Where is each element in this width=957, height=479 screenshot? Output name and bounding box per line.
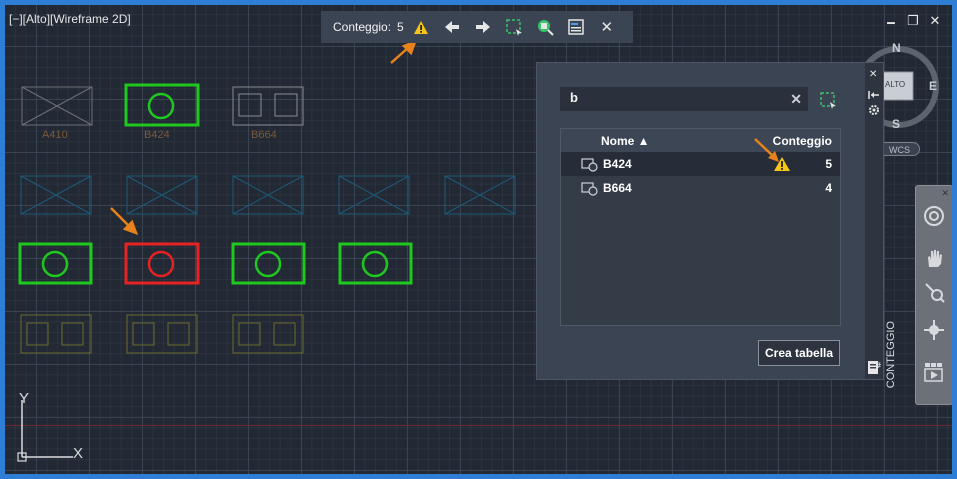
row-name: B664 [603, 181, 632, 195]
viewcube-face[interactable]: ALTO [885, 80, 905, 89]
pan-icon[interactable] [920, 244, 948, 272]
clear-icon[interactable]: ✕ [790, 91, 802, 108]
block-label: A410 [42, 129, 68, 141]
table-row[interactable]: B664 4 [561, 176, 840, 200]
restore-icon[interactable]: ❐ [906, 13, 920, 35]
close-icon[interactable]: ✕ [596, 16, 618, 38]
pointer-arrow-icon [110, 207, 139, 236]
steering-wheel-icon[interactable] [920, 202, 948, 230]
insert-field-icon[interactable] [565, 16, 587, 38]
block-row-blue[interactable] [20, 175, 516, 215]
table-row[interactable]: B424 5 [561, 152, 840, 176]
ucs-y-label: Y [19, 390, 30, 407]
row-name: B424 [603, 157, 632, 171]
block-icon [581, 182, 598, 196]
palette-titlebar[interactable]: ✕ CONTEGGIO # [865, 63, 897, 388]
count-value: 5 [397, 20, 404, 34]
compass-east[interactable]: E [929, 79, 937, 93]
count-label: Conteggio: [333, 20, 392, 34]
ucs-x-label: X [73, 445, 84, 462]
arrow-left-icon[interactable] [441, 16, 463, 38]
close-icon[interactable]: ✕ [941, 188, 949, 199]
compass-north[interactable]: N [892, 41, 901, 55]
properties-gear-icon[interactable] [868, 103, 880, 121]
zoom-extents-icon[interactable] [920, 278, 948, 306]
block-label: B424 [144, 129, 170, 141]
count-table: Nome ▲ Conteggio B424 5 B664 4 [560, 128, 841, 326]
minimize-icon[interactable]: 🗕 [884, 13, 898, 35]
count-palette: b ✕ Nome ▲ Conteggio B424 5 B664 4 Crea … [536, 62, 897, 388]
wcs-menu[interactable]: WCS [878, 142, 920, 156]
arrow-right-icon[interactable] [472, 16, 494, 38]
palette-title: CONTEGGIO [885, 321, 897, 389]
block-b424-warning[interactable] [124, 242, 200, 285]
block-label: B664 [251, 129, 277, 141]
search-value: b [570, 90, 578, 105]
select-area-icon[interactable] [503, 16, 525, 38]
block-row-olive[interactable] [20, 314, 304, 354]
window-controls: 🗕 ❐ ✕ [884, 13, 942, 35]
row-count: 4 [825, 181, 832, 195]
count-palette-icon: # [867, 359, 882, 380]
select-area-icon[interactable] [819, 91, 837, 114]
warning-icon[interactable] [410, 16, 432, 38]
drawing-viewport[interactable]: A410 B424 B664 [−][Alto][Wireframe 2D] 🗕… [0, 0, 957, 479]
create-table-button[interactable]: Crea tabella [758, 340, 841, 366]
block-a410[interactable] [21, 86, 93, 126]
block-b424-instance[interactable] [18, 242, 93, 285]
compass-south[interactable]: S [892, 117, 900, 131]
block-b424-instance[interactable] [231, 242, 306, 285]
table-header: Nome ▲ Conteggio [561, 129, 840, 152]
search-input[interactable]: b ✕ [560, 87, 808, 111]
block-b424-highlighted[interactable] [124, 83, 200, 127]
column-name-header[interactable]: Nome ▲ [601, 134, 650, 148]
block-b664[interactable] [232, 86, 304, 126]
count-toolbar: Conteggio: 5 ✕ [321, 11, 633, 43]
svg-text:#: # [875, 361, 881, 370]
navigation-bar: ✕ [915, 185, 952, 405]
pointer-arrow-icon [754, 138, 779, 162]
find-block-icon[interactable] [534, 16, 556, 38]
block-b424-instance[interactable] [338, 242, 413, 285]
pointer-arrow-icon [390, 39, 418, 64]
orbit-icon[interactable] [920, 316, 948, 344]
row-count: 5 [825, 157, 832, 171]
viewport-controls-label[interactable]: [−][Alto][Wireframe 2D] [9, 12, 131, 26]
close-icon[interactable]: ✕ [869, 69, 877, 80]
block-icon [581, 158, 598, 172]
showmotion-icon[interactable] [920, 358, 948, 386]
close-icon[interactable]: ✕ [928, 13, 942, 35]
